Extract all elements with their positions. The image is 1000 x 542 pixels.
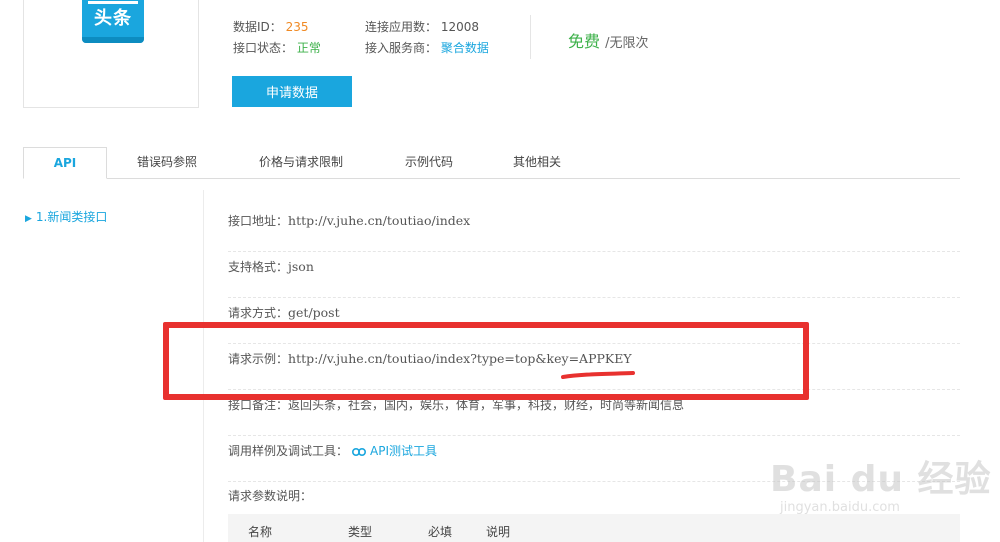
tab-other[interactable]: 其他相关	[497, 147, 577, 178]
watermark-url: jingyan.baidu.com	[780, 500, 900, 515]
sidebar-item-news-api[interactable]: ▶ 1.新闻类接口	[25, 208, 107, 225]
format-label: 支持格式：	[228, 260, 289, 274]
price-free: 免费	[568, 32, 601, 51]
api-url-label: 接口地址：	[228, 214, 289, 228]
watermark-logo-text: Bai du 经验	[770, 459, 992, 500]
annotation-highlight-box	[163, 322, 809, 400]
note-text: 接口备注：返回头条，社会，国内，娱乐，体育，军事，科技，财经，时尚等新闻信息	[228, 398, 685, 412]
triangle-right-icon: ▶	[25, 214, 32, 224]
tab-bar: API 错误码参照 价格与请求限制 示例代码 其他相关	[23, 147, 960, 179]
apps-field: 连接应用数： 12008	[365, 18, 479, 35]
price-info: 免费 /无限次	[568, 28, 649, 52]
link-icon	[352, 447, 367, 456]
provider-label: 接入服务商：	[365, 41, 438, 55]
data-id-value: 235	[285, 20, 309, 34]
apps-label: 连接应用数：	[365, 20, 438, 34]
meta-divider	[530, 15, 531, 59]
toutiao-logo: 头条	[82, 0, 144, 43]
format-row: 支持格式：json	[228, 252, 960, 298]
data-id-label: 数据ID：	[233, 20, 282, 34]
tab-example-code[interactable]: 示例代码	[389, 147, 469, 178]
api-test-tool-link[interactable]: API测试工具	[370, 444, 437, 458]
status-field: 接口状态： 正常	[233, 39, 321, 56]
th-name: 名称	[248, 525, 273, 539]
annotation-underline	[561, 371, 635, 379]
product-logo-box: 头条	[23, 0, 199, 108]
api-url-row: 接口地址：http://v.juhe.cn/toutiao/index	[228, 206, 960, 252]
format-value: json	[288, 259, 314, 274]
th-type: 类型	[348, 525, 373, 539]
apps-value: 12008	[440, 20, 480, 34]
provider-field: 接入服务商： 聚合数据	[365, 39, 489, 56]
data-id-field: 数据ID： 235	[233, 18, 309, 35]
status-label: 接口状态：	[233, 41, 294, 55]
th-required: 必填	[428, 525, 453, 539]
api-url-value: http://v.juhe.cn/toutiao/index	[288, 213, 471, 228]
test-tool-label: 调用样例及调试工具：	[228, 444, 349, 458]
tab-api[interactable]: API	[23, 147, 107, 179]
method-label: 请求方式：	[228, 306, 289, 320]
th-description: 说明	[486, 525, 511, 539]
baidu-watermark: Bai du 经验 jingyan.baidu.com	[770, 450, 992, 530]
logo-bottom-bar	[82, 37, 144, 43]
tab-pricing-limits[interactable]: 价格与请求限制	[241, 147, 361, 178]
apply-data-button[interactable]: 申请数据	[232, 76, 352, 107]
params-title: 请求参数说明：	[228, 489, 313, 503]
price-limit: /无限次	[605, 36, 649, 51]
tab-error-codes[interactable]: 错误码参照	[119, 147, 215, 178]
sidebar-item-label: 1.新闻类接口	[35, 210, 108, 224]
status-value: 正常	[296, 41, 321, 55]
method-value: get/post	[288, 305, 340, 320]
logo-brand-text: 头条	[94, 8, 132, 29]
provider-link[interactable]: 聚合数据	[441, 41, 489, 55]
